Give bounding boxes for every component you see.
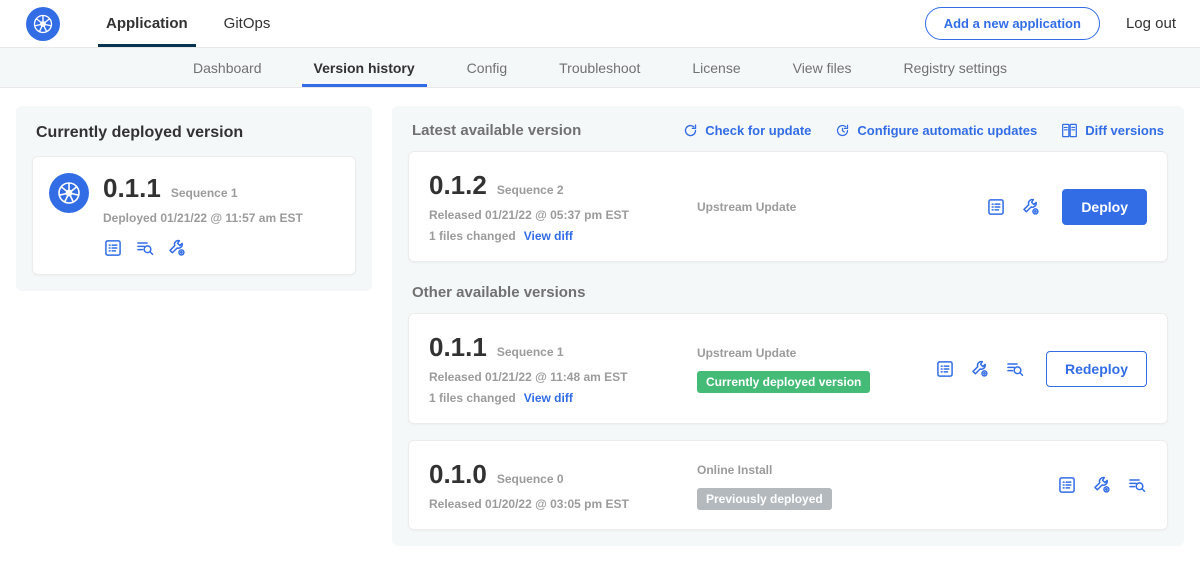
kubernetes-logo-icon (26, 7, 60, 41)
version-status: Upstream Update Currently deployed versi… (697, 344, 935, 393)
version-number: 0.1.0 (429, 459, 487, 490)
version-info: 0.1.2 Sequence 2 Released 01/21/22 @ 05:… (429, 170, 697, 243)
subnav-tab-view-files[interactable]: View files (767, 48, 878, 87)
config-wrench-icon[interactable] (167, 238, 187, 258)
deployed-icon-row (103, 238, 303, 258)
version-info: 0.1.1 Sequence 1 Released 01/21/22 @ 11:… (429, 332, 697, 405)
release-notes-icon[interactable] (986, 197, 1006, 217)
deployed-version-number: 0.1.1 (103, 173, 161, 204)
version-info: 0.1.0 Sequence 0 Released 01/20/22 @ 03:… (429, 459, 697, 511)
preflight-checks-icon[interactable] (1005, 359, 1025, 379)
redeploy-button[interactable]: Redeploy (1046, 351, 1147, 387)
version-sequence: Sequence 2 (497, 183, 564, 197)
subnav-tab-registry-settings[interactable]: Registry settings (878, 48, 1033, 87)
topbar: Application GitOps Add a new application… (0, 0, 1200, 48)
deployed-version-card: 0.1.1 Sequence 1 Deployed 01/21/22 @ 11:… (32, 156, 356, 275)
subnav-tab-dashboard[interactable]: Dashboard (167, 48, 288, 87)
config-wrench-icon[interactable] (1092, 475, 1112, 495)
available-panel-header: Latest available version Check for updat… (412, 122, 1164, 139)
view-diff-link[interactable]: View diff (524, 391, 573, 405)
other-versions-title: Other available versions (412, 284, 1164, 301)
version-card-0-1-1: 0.1.1 Sequence 1 Released 01/21/22 @ 11:… (408, 313, 1168, 424)
deployed-timestamp: Deployed 01/21/22 @ 11:57 am EST (103, 211, 303, 225)
configure-auto-updates-label: Configure automatic updates (857, 123, 1037, 138)
config-wrench-icon[interactable] (970, 359, 990, 379)
preflight-checks-icon[interactable] (1127, 475, 1147, 495)
main-content: Currently deployed version (0, 88, 1200, 564)
version-released: Released 01/21/22 @ 11:48 am EST (429, 370, 697, 384)
check-for-update-link[interactable]: Check for update (683, 123, 811, 138)
deployed-sequence: Sequence 1 (171, 186, 238, 200)
version-released: Released 01/21/22 @ 05:37 pm EST (429, 208, 697, 222)
clock-refresh-icon (835, 123, 850, 138)
version-actions: Redeploy (935, 351, 1147, 387)
version-status: Online Install Previously deployed (697, 461, 1057, 510)
version-sequence: Sequence 0 (497, 472, 564, 486)
refresh-icon (683, 123, 698, 138)
version-actions: Deploy (986, 189, 1147, 225)
diff-versions-link[interactable]: Diff versions (1061, 123, 1164, 138)
version-source: Online Install (697, 463, 772, 477)
deployed-panel: Currently deployed version (16, 106, 372, 291)
kubernetes-app-icon (49, 173, 89, 213)
version-sequence: Sequence 1 (497, 345, 564, 359)
version-actions (1057, 475, 1147, 495)
version-source: Upstream Update (697, 346, 796, 360)
preflight-checks-icon[interactable] (135, 238, 155, 258)
subnav-tab-license[interactable]: License (666, 48, 766, 87)
currently-deployed-badge: Currently deployed version (697, 371, 870, 393)
deploy-button[interactable]: Deploy (1062, 189, 1147, 225)
topbar-right: Add a new application Log out (925, 7, 1176, 40)
logout-link[interactable]: Log out (1126, 15, 1176, 32)
release-notes-icon[interactable] (1057, 475, 1077, 495)
version-card-0-1-2: 0.1.2 Sequence 2 Released 01/21/22 @ 05:… (408, 151, 1168, 262)
tab-gitops[interactable]: GitOps (206, 0, 289, 47)
release-notes-icon[interactable] (935, 359, 955, 379)
version-source: Upstream Update (697, 200, 796, 214)
files-changed-label: 1 files changed (429, 229, 516, 243)
release-notes-icon[interactable] (103, 238, 123, 258)
previously-deployed-badge: Previously deployed (697, 488, 832, 510)
tab-application[interactable]: Application (88, 0, 206, 47)
subnav-tab-config[interactable]: Config (441, 48, 533, 87)
deployed-panel-title: Currently deployed version (36, 124, 352, 142)
available-versions-panel: Latest available version Check for updat… (392, 106, 1184, 546)
version-number: 0.1.1 (429, 332, 487, 363)
latest-available-title: Latest available version (412, 122, 581, 139)
files-changed-label: 1 files changed (429, 391, 516, 405)
version-card-0-1-0: 0.1.0 Sequence 0 Released 01/20/22 @ 03:… (408, 440, 1168, 530)
diff-columns-icon (1061, 123, 1078, 138)
subnav-tab-version-history[interactable]: Version history (288, 48, 441, 87)
version-status: Upstream Update (697, 198, 986, 216)
subnav-tab-troubleshoot[interactable]: Troubleshoot (533, 48, 666, 87)
check-for-update-label: Check for update (705, 123, 811, 138)
add-application-button[interactable]: Add a new application (925, 7, 1100, 40)
config-wrench-icon[interactable] (1021, 197, 1041, 217)
diff-versions-label: Diff versions (1085, 123, 1164, 138)
app-subnav: Dashboard Version history Config Trouble… (0, 48, 1200, 88)
deployed-version-details: 0.1.1 Sequence 1 Deployed 01/21/22 @ 11:… (103, 173, 303, 258)
version-released: Released 01/20/22 @ 03:05 pm EST (429, 497, 697, 511)
version-number: 0.1.2 (429, 170, 487, 201)
panel-actions: Check for update Configure automatic upd… (683, 123, 1164, 138)
top-tabs: Application GitOps (88, 0, 288, 47)
configure-auto-updates-link[interactable]: Configure automatic updates (835, 123, 1037, 138)
view-diff-link[interactable]: View diff (524, 229, 573, 243)
